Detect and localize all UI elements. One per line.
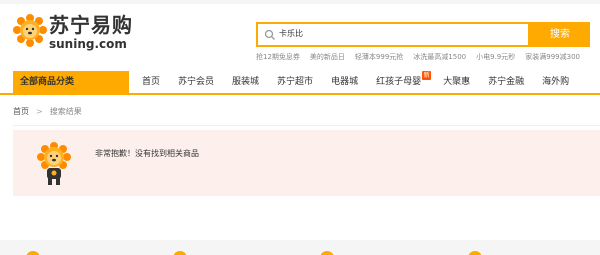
service-icon [173, 251, 187, 255]
no-results-panel: 非常抱歉！没有找到相关商品 [13, 130, 600, 196]
footer-strip [0, 240, 600, 255]
hot-word-link[interactable]: 抢12期免息券 [256, 51, 300, 63]
hot-word-link[interactable]: 轻薄本999元抢 [355, 51, 403, 63]
logo-text-en: suning.com [49, 37, 127, 51]
no-results-message: 非常抱歉！没有找到相关商品 [95, 149, 199, 158]
nav-item-supermarket[interactable]: 苏宁超市 [277, 71, 313, 93]
suning-logo[interactable]: 苏宁易购 suning.com [13, 14, 133, 54]
nav-item-electronics[interactable]: 电器城 [331, 71, 358, 93]
search-button[interactable]: 搜索 [530, 22, 590, 47]
top-strip [0, 0, 600, 4]
nav-item-home[interactable]: 首页 [142, 71, 160, 93]
all-categories-button[interactable]: 全部商品分类 [13, 71, 129, 93]
nav-links: 首页 苏宁会员 服装城 苏宁超市 电器城 红孩子母婴 新 大聚惠 苏宁金融 海外… [142, 71, 569, 93]
service-icon [26, 251, 40, 255]
nav-item-finance[interactable]: 苏宁金融 [488, 71, 524, 93]
service-icon [320, 251, 334, 255]
nav-item-clothing[interactable]: 服装城 [232, 71, 259, 93]
breadcrumb-separator: > [36, 107, 43, 116]
divider [13, 125, 600, 126]
hot-word-link[interactable]: 家装满999减300 [525, 51, 580, 63]
service-icon [468, 251, 482, 255]
breadcrumb-current: 搜索结果 [49, 107, 82, 116]
nav-item-overseas[interactable]: 海外购 [542, 71, 569, 93]
hot-word-link[interactable]: 冰洗最高减1500 [413, 51, 466, 63]
breadcrumb-home[interactable]: 首页 [13, 106, 29, 118]
lion-mascot-icon [13, 14, 47, 47]
nav-item-membership[interactable]: 苏宁会员 [178, 71, 214, 93]
search-query: 卡乐比 [279, 29, 303, 38]
new-badge: 新 [422, 71, 432, 80]
breadcrumb: 首页 > 搜索结果 [13, 106, 82, 118]
logo-text-cn: 苏宁易购 [49, 13, 133, 37]
hot-word-link[interactable]: 小电9.9元秒 [476, 51, 515, 63]
lion-mascot-icon [37, 142, 71, 185]
nav-item-mother-baby[interactable]: 红孩子母婴 新 [376, 71, 432, 93]
search-input[interactable]: 卡乐比 [256, 22, 530, 47]
hot-search-words: 抢12期免息券 美的新品日 轻薄本999元抢 冰洗最高减1500 小电9.9元秒… [256, 51, 580, 63]
nav-item-label: 红孩子母婴 [376, 77, 422, 87]
nav-item-deals[interactable]: 大聚惠 [443, 71, 470, 93]
search-icon [264, 29, 275, 40]
hot-word-link[interactable]: 美的新品日 [310, 51, 345, 63]
main-nav: 全部商品分类 首页 苏宁会员 服装城 苏宁超市 电器城 红孩子母婴 新 大聚惠 … [0, 71, 600, 95]
search-bar: 卡乐比 搜索 [256, 22, 590, 47]
